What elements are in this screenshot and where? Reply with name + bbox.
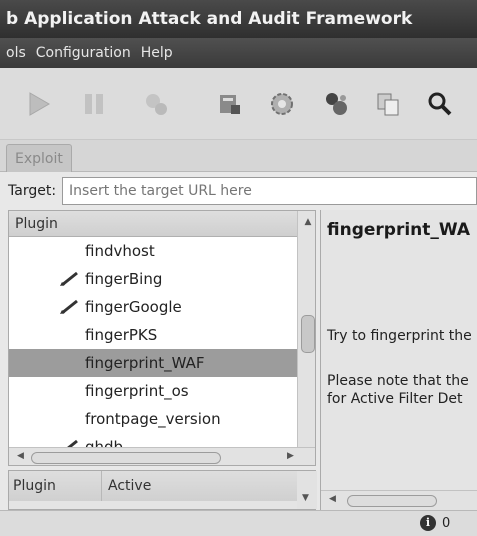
plugin-item[interactable]: fingerGoogle (9, 293, 297, 321)
plugin-options-table: Plugin Active ▼ (8, 470, 317, 510)
exploit-icon (326, 93, 347, 115)
plugin-item[interactable]: frontpage_version (9, 405, 297, 433)
plugin-description-title: fingerprint_WA (327, 220, 471, 240)
search-icon (428, 92, 452, 116)
scroll-right-icon[interactable]: ▶ (287, 451, 294, 461)
menu-configuration[interactable]: Configuration (36, 45, 131, 61)
options-vertical-scrollbar[interactable]: ▼ (297, 471, 317, 509)
options-column-plugin[interactable]: Plugin (13, 471, 56, 501)
plugin-description-note-line: Please note that the (327, 373, 469, 389)
plugin-column-header[interactable]: Plugin (9, 211, 297, 237)
description-horizontal-thumb[interactable] (347, 495, 437, 507)
menu-bar: ols Configuration Help (0, 38, 477, 68)
stop-button[interactable] (140, 88, 172, 120)
plugin-description-panel: fingerprint_WA Try to fingerprint the Pl… (320, 210, 477, 510)
target-url-input[interactable] (62, 177, 477, 205)
scroll-down-icon[interactable]: ▼ (302, 493, 309, 503)
options-column-active[interactable]: Active (101, 471, 151, 501)
plugin-list: findvhost fingerBing fingerGoogle finger… (9, 237, 297, 447)
plugin-item[interactable]: ghdb (9, 433, 297, 447)
pause-button[interactable] (78, 88, 110, 120)
plugin-tree: Plugin findvhost fingerBing fingerGoogle… (8, 210, 316, 466)
status-count: 0 (442, 515, 451, 531)
plugin-vertical-scrollbar[interactable]: ▲ (297, 211, 315, 447)
info-icon: i (420, 515, 436, 531)
plugin-description-note-line: for Active Filter Det (327, 391, 463, 407)
wizard-icon (220, 95, 240, 114)
copy-button[interactable] (372, 88, 404, 120)
pencil-icon (60, 271, 78, 287)
play-icon (29, 92, 50, 116)
pencil-icon (67, 439, 78, 447)
wizard-button[interactable] (214, 88, 246, 120)
pencil-icon (60, 299, 78, 315)
plugin-description-note: Please note that the for Active Filter D… (327, 372, 469, 408)
plugin-item[interactable]: fingerBing (9, 265, 297, 293)
copy-icon (377, 93, 399, 116)
tab-exploit-label: Exploit (15, 151, 63, 167)
plugin-item[interactable]: findvhost (9, 237, 297, 265)
tab-strip: Exploit (0, 140, 477, 172)
play-button[interactable] (22, 88, 54, 120)
gear-icon (271, 93, 293, 115)
stop-icon (146, 94, 167, 115)
menu-help[interactable]: Help (141, 45, 173, 61)
status-info[interactable]: i 0 (420, 515, 450, 531)
plugin-description-text: Try to fingerprint the (327, 328, 472, 344)
plugin-horizontal-thumb[interactable] (31, 452, 221, 464)
menu-tools[interactable]: ols (6, 45, 26, 61)
plugin-horizontal-scrollbar[interactable]: ◀ ▶ (9, 447, 315, 465)
scroll-left-icon[interactable]: ◀ (17, 451, 24, 461)
config-button[interactable] (266, 88, 298, 120)
tab-exploit[interactable]: Exploit (6, 144, 72, 172)
pause-icon (85, 94, 103, 114)
plugin-item[interactable]: fingerPKS (9, 321, 297, 349)
search-button[interactable] (424, 88, 456, 120)
plugin-vertical-thumb[interactable] (301, 315, 315, 353)
exploit-button[interactable] (320, 88, 352, 120)
plugin-item-selected[interactable]: fingerprint_WAF (9, 349, 297, 377)
toolbar (0, 68, 477, 140)
scroll-up-icon[interactable]: ▲ (303, 217, 313, 227)
status-bar: i 0 (0, 510, 477, 536)
target-row: Target: (8, 176, 477, 206)
scroll-left-icon[interactable]: ◀ (329, 494, 336, 504)
window-title: b Application Attack and Audit Framework (0, 0, 477, 38)
target-label: Target: (8, 183, 57, 199)
description-horizontal-scrollbar[interactable]: ◀ (321, 490, 477, 510)
options-header: Plugin Active (9, 471, 297, 501)
plugin-item[interactable]: fingerprint_os (9, 377, 297, 405)
